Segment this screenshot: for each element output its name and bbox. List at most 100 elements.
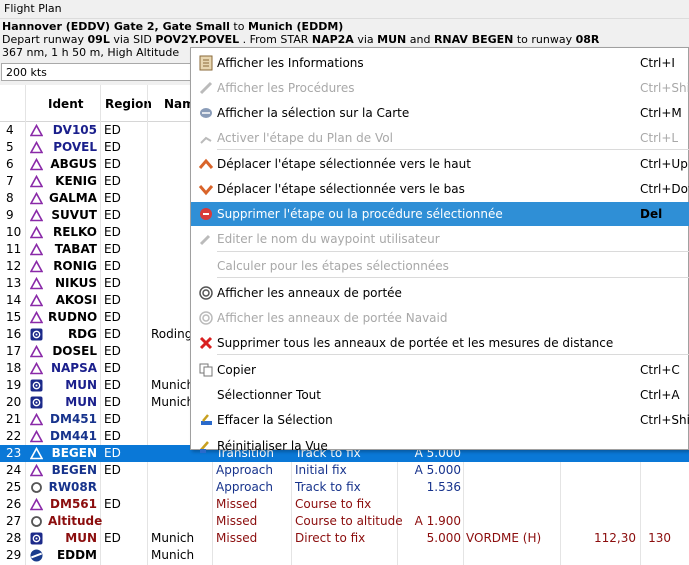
- menu-item-label: Supprimer tous les anneaux de portée et …: [217, 336, 614, 350]
- menu-item-label: Afficher les anneaux de portée: [217, 286, 402, 300]
- row-region: ED: [104, 140, 121, 154]
- row-number: 16: [6, 327, 22, 341]
- window-title: Flight Plan: [4, 2, 62, 15]
- menu-item-copier[interactable]: Copier Ctrl+C: [191, 358, 689, 382]
- table-row[interactable]: RW08R 25 Approach Track to fix 1.536: [0, 479, 689, 496]
- table-row[interactable]: Altitude 27 Missed Course to altitude A 1.90…: [0, 513, 689, 530]
- waypoint-icon: [29, 446, 44, 460]
- waypoint-icon: [29, 361, 44, 375]
- row-region: ED: [104, 191, 121, 205]
- remove-rings-icon: [198, 335, 214, 351]
- row-ident: RW08R: [48, 480, 97, 494]
- navaid-rings-icon: [198, 310, 214, 326]
- delete-icon: [198, 206, 214, 222]
- row-name: Munich: [151, 548, 195, 562]
- menu-item-label: Afficher les Informations: [217, 56, 364, 70]
- menu-item-label: Afficher les Procédures: [217, 81, 355, 95]
- menu-item-label: Déplacer l'étape sélectionnée vers le ha…: [217, 157, 471, 171]
- table-row[interactable]: EDDM 29 Munich: [0, 547, 689, 564]
- menu-item-afficher-les-procedures: Afficher les Procédures Ctrl+Shif: [191, 76, 689, 100]
- menu-item-label: Déplacer l'étape sélectionnée vers le ba…: [217, 182, 465, 196]
- range-rings-icon: [198, 285, 214, 301]
- menu-item-shortcut: Ctrl+Shif: [640, 413, 689, 427]
- row-region: ED: [104, 429, 121, 443]
- menu-item-deplacer-l-etape-selectionnee-vers-le-bas[interactable]: Déplacer l'étape sélectionnée vers le ba…: [191, 177, 689, 201]
- row-name: Munich: [151, 531, 195, 545]
- sid-name: POV2Y.POVEL: [155, 33, 240, 46]
- row-name: Munich: [151, 395, 195, 409]
- waypoint-icon: [29, 208, 44, 222]
- row-ident: Altitude: [48, 514, 103, 528]
- row-region: ED: [104, 225, 121, 239]
- menu-item-afficher-les-informations[interactable]: Afficher les Informations Ctrl+I: [191, 51, 689, 75]
- menu-separator: [217, 251, 689, 252]
- row-number: 21: [6, 412, 22, 426]
- menu-item-label: Calculer pour les étapes sélectionnées: [217, 259, 449, 273]
- row-region: ED: [104, 208, 121, 222]
- row-region: ED: [104, 242, 121, 256]
- procedure-icon: [198, 80, 214, 96]
- row-altitude: A 1.900: [414, 514, 461, 528]
- map-icon: [198, 105, 214, 121]
- context-menu: Afficher les Informations Ctrl+I Afficher …: [190, 47, 689, 453]
- menu-item-label: Sélectionner Tout: [217, 388, 321, 402]
- row-number: 13: [6, 276, 22, 290]
- menu-item-shortcut: Del: [640, 207, 663, 221]
- row-region: ED: [104, 310, 121, 324]
- vor-icon: [30, 328, 43, 341]
- waypoint-icon: [29, 259, 44, 273]
- row-region: ED: [104, 259, 121, 273]
- speed-field[interactable]: 200 kts: [1, 63, 191, 81]
- column-header-ident[interactable]: Ident: [48, 97, 83, 111]
- menu-item-selectionner-tout[interactable]: Sélectionner Tout Ctrl+A: [191, 383, 689, 407]
- row-navaid-type: VORDME (H): [466, 531, 542, 545]
- menu-item-reinitialiser-la-vue[interactable]: Réinitialiser la Vue: [191, 434, 689, 458]
- menu-item-afficher-les-anneaux-de-portee[interactable]: Afficher les anneaux de portée: [191, 281, 689, 305]
- row-number: 15: [6, 310, 22, 324]
- column-header-region[interactable]: Region: [105, 97, 152, 111]
- menu-item-shortcut: Ctrl+L: [640, 131, 679, 145]
- menu-item-supprimer-tous-les-anneaux-de-portee-et-les-mesures-de-distance[interactable]: Supprimer tous les anneaux de portée et …: [191, 331, 689, 355]
- row-ident: RONIG: [53, 259, 97, 273]
- speed-value: 200 kts: [6, 66, 47, 79]
- row-ident: DM561: [50, 497, 97, 511]
- row-ident: RUDNO: [48, 310, 98, 324]
- waypoint-icon: [29, 157, 44, 171]
- departure-airport: Hannover (EDDV) Gate 2, Gate Small: [2, 20, 230, 33]
- waypoint-icon: [29, 191, 44, 205]
- table-row[interactable]: DM561 26 ED Missed Course to fix: [0, 496, 689, 513]
- row-ident: BEGEN: [51, 463, 97, 477]
- menu-item-label: Afficher les anneaux de portée Navaid: [217, 311, 448, 325]
- copy-icon: [198, 362, 214, 378]
- menu-item-activer-l-etape-du-plan-de-vol: Activer l'étape du Plan de Vol Ctrl+L: [191, 126, 689, 150]
- menu-item-deplacer-l-etape-selectionnee-vers-le-haut[interactable]: Déplacer l'étape sélectionnée vers le ha…: [191, 152, 689, 176]
- table-row[interactable]: BEGEN 24 ED Approach Initial fix A 5.000: [0, 462, 689, 479]
- row-ident: MUN: [65, 531, 97, 545]
- waypoint-icon: [29, 412, 44, 426]
- menu-item-effacer-la-selection[interactable]: Effacer la Sélection Ctrl+Shif: [191, 408, 689, 432]
- menu-item-label: Réinitialiser la Vue: [217, 439, 328, 453]
- row-number: 19: [6, 378, 22, 392]
- menu-item-afficher-la-selection-sur-la-carte[interactable]: Afficher la sélection sur la Carte Ctrl+M: [191, 101, 689, 125]
- row-leg-type: Course to altitude: [295, 514, 403, 528]
- waypoint-icon: [29, 276, 44, 290]
- row-ident: EDDM: [56, 548, 97, 562]
- row-number: 18: [6, 361, 22, 375]
- table-row[interactable]: MUN 28 ED Munich Missed Direct to fix 5.000 VOR…: [0, 530, 689, 547]
- row-ident: NAPSA: [50, 361, 97, 375]
- menu-item-label: Copier: [217, 363, 256, 377]
- row-leg-type: Initial fix: [295, 463, 347, 477]
- waypoint-icon: [29, 344, 44, 358]
- arrival-runway: 08R: [575, 33, 600, 46]
- vor-icon: [30, 532, 43, 545]
- menu-item-label: Effacer la Sélection: [217, 413, 333, 427]
- waypoint-icon: [29, 225, 44, 239]
- info-icon: [198, 55, 214, 71]
- row-ident: ABGUS: [50, 157, 97, 171]
- row-leg-type: Course to fix: [295, 497, 372, 511]
- row-number: 11: [6, 242, 22, 256]
- menu-item-editer-le-nom-du-waypoint-utilisateur: Editer le nom du waypoint utilisateur: [191, 227, 689, 251]
- runway-icon: [30, 481, 43, 494]
- row-ident: BEGEN: [51, 446, 97, 460]
- menu-item-supprimer-l-etape-ou-la-procedure-selectionnee[interactable]: Supprimer l'étape ou la procédure sélect…: [191, 202, 689, 226]
